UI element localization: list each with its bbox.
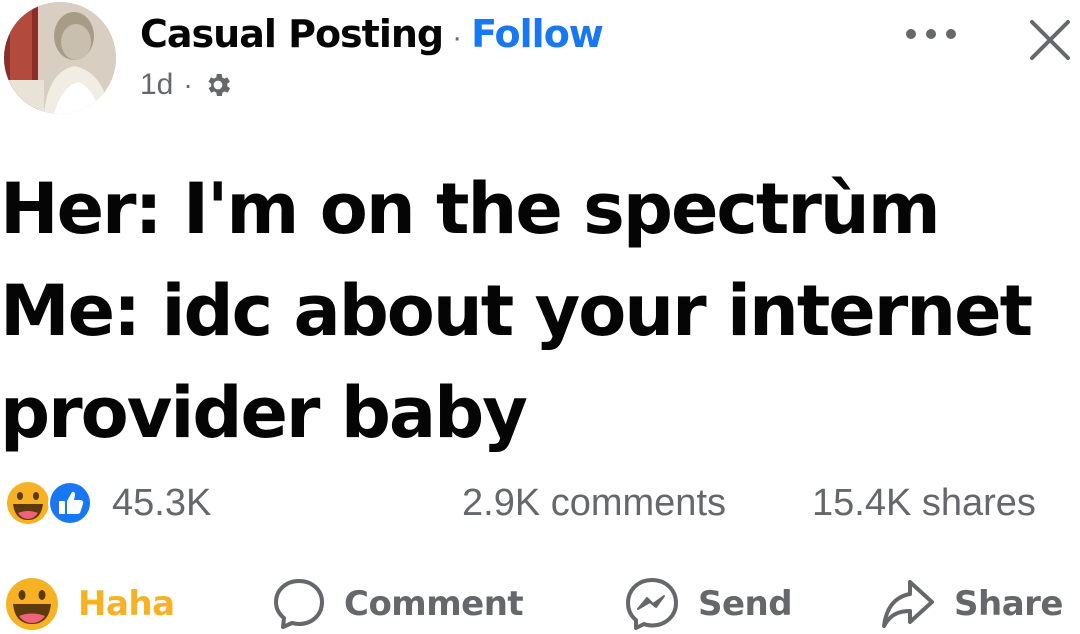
comments-count[interactable]: 2.9K comments <box>462 480 726 526</box>
post-text-line: Me: idc about your internet <box>0 270 1033 352</box>
haha-label: Haha <box>78 584 175 624</box>
separator: · <box>452 21 463 54</box>
shares-count[interactable]: 15.4K shares <box>812 480 1036 526</box>
haha-icon <box>6 578 58 630</box>
comment-button[interactable]: Comment <box>272 576 524 632</box>
more-options-button[interactable] <box>896 14 966 54</box>
share-icon <box>882 580 934 628</box>
reaction-icons[interactable] <box>4 480 96 526</box>
messenger-icon <box>626 578 678 630</box>
share-button[interactable]: Share <box>880 576 1063 632</box>
post-text-line: provider baby <box>0 372 528 454</box>
reaction-count[interactable]: 45.3K <box>112 480 211 526</box>
avatar[interactable] <box>4 2 116 114</box>
close-icon <box>1030 20 1070 60</box>
post-stats: 45.3K 2.9K comments 15.4K shares <box>0 474 1080 530</box>
follow-button[interactable]: Follow <box>471 12 604 56</box>
action-bar: Haha Comment Send Share <box>0 572 1080 634</box>
share-label: Share <box>954 584 1063 624</box>
post-subinfo: 1d · <box>140 68 603 102</box>
like-icon <box>48 481 92 525</box>
ellipsis-icon <box>906 29 956 39</box>
post-header: Casual Posting · Follow 1d · <box>0 0 1080 130</box>
send-label: Send <box>698 584 793 624</box>
post-meta: Casual Posting · Follow 1d · <box>140 12 604 102</box>
time-separator: · <box>183 69 193 100</box>
post-text-line: Her: I'm on the spectrùm <box>0 168 941 250</box>
author-row: Casual Posting · Follow <box>140 12 604 56</box>
post-text: Her: I'm on the spectrùm Me: idc about y… <box>0 158 1080 464</box>
post-time[interactable]: 1d <box>140 68 173 102</box>
haha-button[interactable]: Haha <box>4 576 175 632</box>
gear-icon <box>208 74 230 96</box>
send-button[interactable]: Send <box>624 576 793 632</box>
close-button[interactable] <box>1020 10 1080 70</box>
comment-icon <box>274 579 324 629</box>
comment-label: Comment <box>344 584 524 624</box>
haha-icon <box>7 482 49 524</box>
author-name[interactable]: Casual Posting <box>140 12 444 56</box>
